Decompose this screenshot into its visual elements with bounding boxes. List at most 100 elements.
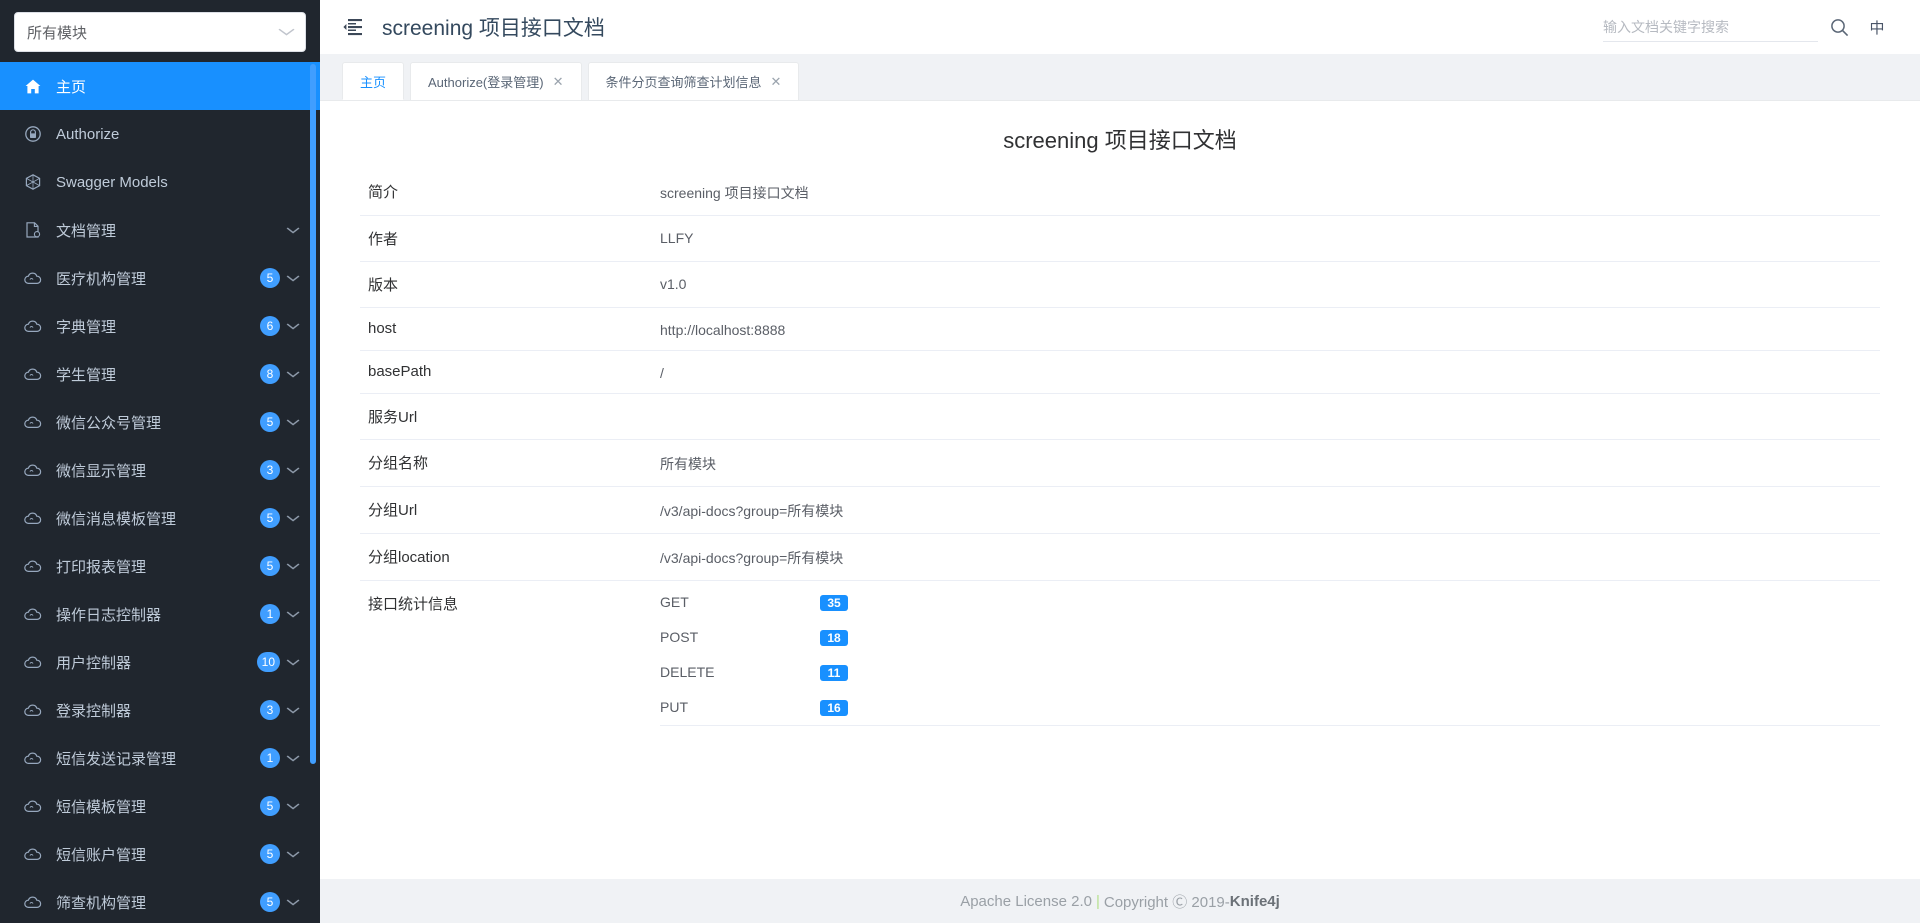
info-row: 分组location/v3/api-docs?group=所有模块 bbox=[360, 533, 1880, 581]
chevron-down-icon[interactable] bbox=[286, 467, 304, 474]
topbar-right: 中 bbox=[1603, 9, 1894, 45]
chevron-down-icon[interactable] bbox=[286, 803, 304, 810]
sidebar-scrollbar[interactable] bbox=[310, 64, 316, 764]
chevron-down-icon[interactable] bbox=[286, 227, 304, 234]
chevron-down-icon[interactable] bbox=[286, 707, 304, 714]
stats-item: GET 35 bbox=[660, 585, 1880, 620]
sidebar-item-label: 微信消息模板管理 bbox=[56, 510, 177, 528]
close-icon[interactable]: ✕ bbox=[553, 75, 564, 88]
sidebar-item-label: 字典管理 bbox=[56, 318, 117, 336]
cloud-icon bbox=[22, 559, 44, 573]
sidebar-item-label: 医疗机构管理 bbox=[56, 270, 147, 288]
info-key: 分组名称 bbox=[360, 439, 660, 487]
chevron-down-icon[interactable] bbox=[286, 755, 304, 762]
page-title: screening 项目接口文档 bbox=[382, 17, 605, 40]
sidebar-item-14[interactable]: 短信发送记录管理 1 bbox=[0, 734, 320, 782]
chevron-down-icon[interactable] bbox=[286, 371, 304, 378]
stats-label: 接口统计信息 bbox=[368, 596, 459, 613]
chevron-down-icon[interactable] bbox=[286, 419, 304, 426]
tab-1[interactable]: Authorize(登录管理) ✕ bbox=[410, 62, 582, 100]
chevron-down-icon[interactable] bbox=[286, 515, 304, 522]
sidebar-item-13[interactable]: 登录控制器 3 bbox=[0, 686, 320, 734]
tab-label: 主页 bbox=[360, 74, 387, 90]
sidebar-item-badge: 6 bbox=[260, 316, 280, 336]
stats-item: DELETE 11 bbox=[660, 655, 1880, 690]
search-icon[interactable] bbox=[1818, 9, 1860, 45]
info-key: 分组location bbox=[360, 533, 660, 581]
sidebar-menu-scroll[interactable]: 主页 Authorize Swagger Models 文档管理医疗机构管理 5 字典管理… bbox=[0, 62, 320, 923]
sidebar-item-9[interactable]: 微信消息模板管理 5 bbox=[0, 494, 320, 542]
sidebar-item-label: 学生管理 bbox=[56, 366, 117, 384]
info-value: v1.0 bbox=[660, 261, 1880, 308]
info-row: host http://localhost:8888 bbox=[360, 307, 1880, 351]
sidebar-item-label: 操作日志控制器 bbox=[56, 606, 162, 624]
cloud-icon bbox=[22, 367, 44, 381]
chevron-down-icon[interactable] bbox=[286, 323, 304, 330]
sidebar-item-4[interactable]: 医疗机构管理 5 bbox=[0, 254, 320, 302]
info-key: basePath bbox=[360, 350, 660, 394]
close-icon[interactable]: ✕ bbox=[771, 75, 782, 88]
sidebar-item-7[interactable]: 微信公众号管理 5 bbox=[0, 398, 320, 446]
info-value: / bbox=[660, 350, 1880, 394]
chevron-down-icon[interactable] bbox=[286, 275, 304, 282]
sidebar-item-label: 微信显示管理 bbox=[56, 462, 147, 480]
tab-0[interactable]: 主页 bbox=[342, 62, 405, 100]
sidebar-item-badge: 10 bbox=[256, 652, 280, 672]
search-box[interactable] bbox=[1603, 12, 1818, 42]
sidebar-item-10[interactable]: 打印报表管理 5 bbox=[0, 542, 320, 590]
sidebar-item-label: 文档管理 bbox=[56, 222, 117, 240]
cloud-icon bbox=[22, 607, 44, 621]
content-area: screening 项目接口文档 简介 screening 项目接口文档 作者 LLF… bbox=[320, 101, 1920, 923]
cloud-icon bbox=[22, 511, 44, 525]
sidebar-item-17[interactable]: 筛查机构管理 5 bbox=[0, 878, 320, 923]
info-key: 作者 bbox=[360, 215, 660, 262]
info-row: basePath / bbox=[360, 350, 1880, 394]
info-value: /v3/api-docs?group=所有模块 bbox=[660, 533, 1880, 581]
info-row: 分组Url/v3/api-docs?group=所有模块 bbox=[360, 486, 1880, 534]
group-select[interactable]: 所有模块 bbox=[14, 12, 306, 52]
sidebar-item-12[interactable]: 用户控制器 10 bbox=[0, 638, 320, 686]
sidebar-item-0[interactable]: 主页 bbox=[0, 62, 320, 110]
chevron-down-icon bbox=[278, 28, 296, 36]
chevron-down-icon[interactable] bbox=[286, 899, 304, 906]
cloud-icon bbox=[22, 655, 44, 669]
cloud-icon bbox=[22, 847, 44, 861]
sidebar-item-badge: 3 bbox=[260, 460, 280, 480]
document-icon bbox=[22, 222, 44, 238]
chevron-down-icon[interactable] bbox=[286, 611, 304, 618]
language-switch-button[interactable]: 中 bbox=[1860, 10, 1894, 44]
tab-2[interactable]: 条件分页查询筛查计划信息 ✕ bbox=[587, 62, 800, 100]
sidebar-item-badge: 5 bbox=[260, 892, 280, 912]
sidebar-item-6[interactable]: 学生管理 8 bbox=[0, 350, 320, 398]
sidebar-item-3[interactable]: 文档管理 bbox=[0, 206, 320, 254]
home-icon bbox=[22, 79, 44, 94]
sidebar-item-11[interactable]: 操作日志控制器 1 bbox=[0, 590, 320, 638]
chevron-down-icon[interactable] bbox=[286, 659, 304, 666]
main-region: screening 项目接口文档 中 主页 Authorize(登录管理)✕条件分… bbox=[320, 0, 1920, 923]
sidebar-item-8[interactable]: 微信显示管理 3 bbox=[0, 446, 320, 494]
sidebar-item-16[interactable]: 短信账户管理 5 bbox=[0, 830, 320, 878]
sidebar-item-2[interactable]: Swagger Models bbox=[0, 158, 320, 206]
info-row: 版本 v1.0 bbox=[360, 261, 1880, 308]
http-method-count: 11 bbox=[820, 665, 848, 681]
menu-fold-icon[interactable] bbox=[338, 12, 368, 42]
sidebar-item-badge: 5 bbox=[260, 556, 280, 576]
sidebar-item-15[interactable]: 短信模板管理 5 bbox=[0, 782, 320, 830]
chevron-down-icon[interactable] bbox=[286, 563, 304, 570]
sidebar-item-badge: 5 bbox=[260, 268, 280, 288]
http-method-label: DELETE bbox=[660, 664, 715, 680]
info-row: 服务Url bbox=[360, 393, 1880, 440]
search-input[interactable] bbox=[1603, 18, 1818, 35]
cloud-icon bbox=[22, 319, 44, 333]
document-info-table: 简介 screening 项目接口文档 作者 LLFY 版本 v1.0 host http:/… bbox=[360, 169, 1880, 726]
http-method-count: 35 bbox=[820, 595, 848, 611]
chevron-down-icon[interactable] bbox=[286, 851, 304, 858]
sidebar-item-5[interactable]: 字典管理 6 bbox=[0, 302, 320, 350]
sidebar-item-label: 微信公众号管理 bbox=[56, 414, 162, 432]
info-key: 服务Url bbox=[360, 393, 660, 440]
sidebar-item-label: 短信账户管理 bbox=[56, 846, 147, 864]
sidebar-item-label: Authorize bbox=[56, 125, 120, 143]
footer-license: Apache License 2.0 bbox=[960, 892, 1092, 910]
sidebar-item-badge: 5 bbox=[260, 796, 280, 816]
sidebar-item-1[interactable]: Authorize bbox=[0, 110, 320, 158]
